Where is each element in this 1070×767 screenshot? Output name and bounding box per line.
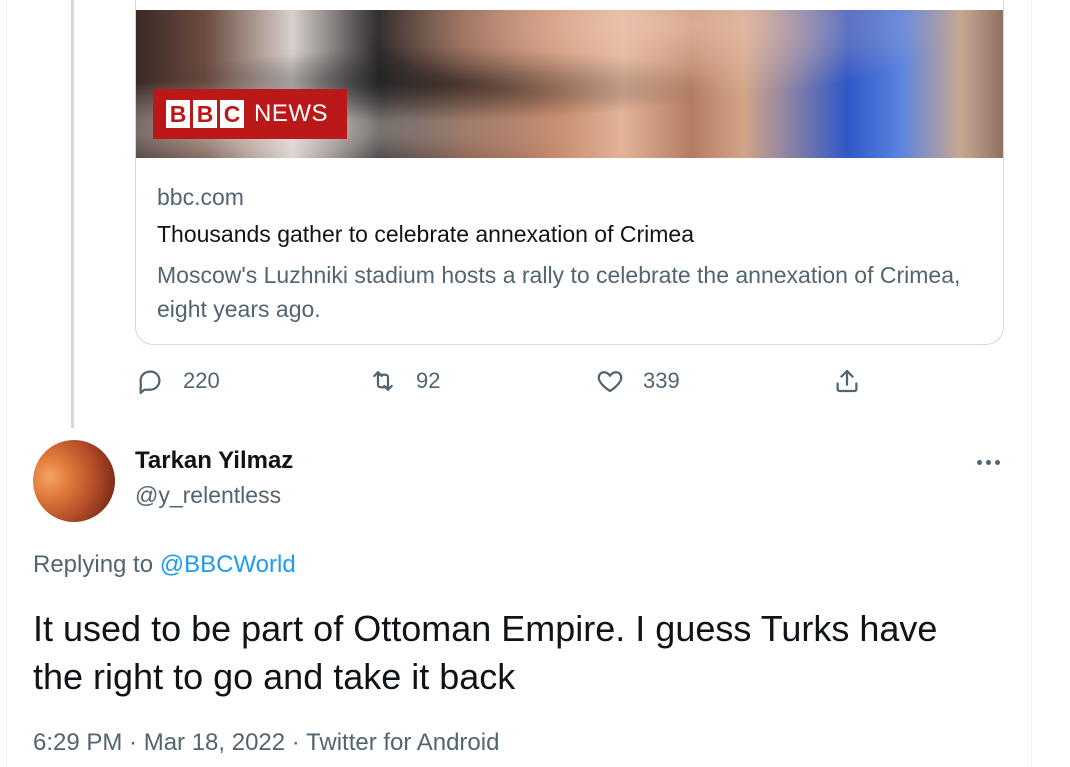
logo-letter: B xyxy=(166,100,190,128)
dot xyxy=(985,459,991,465)
like-count: 339 xyxy=(643,368,680,393)
reply-button[interactable]: 220 xyxy=(135,366,220,396)
thread-connector-line xyxy=(71,0,74,428)
dot xyxy=(976,459,982,465)
reply-count: 220 xyxy=(183,368,220,393)
share-icon xyxy=(836,369,858,393)
replying-to-link[interactable]: @BBCWorld xyxy=(160,551,296,578)
replying-to-prefix: Replying to xyxy=(33,551,154,578)
logo-news-label: NEWS xyxy=(254,100,328,127)
link-preview-image[interactable]: B B C NEWS xyxy=(136,10,1003,158)
reply-icon xyxy=(139,370,161,394)
like-icon xyxy=(597,371,623,393)
avatar[interactable] xyxy=(33,440,115,522)
share-button[interactable] xyxy=(832,366,862,396)
dot xyxy=(994,459,1000,465)
more-options-icon[interactable] xyxy=(972,448,1004,476)
tweet-text: It used to be part of Ottoman Empire. I … xyxy=(33,608,938,697)
author-handle[interactable]: @y_relentless xyxy=(135,482,281,509)
retweet-button[interactable]: 92 xyxy=(368,366,440,396)
tweet-timestamp[interactable]: 6:29 PM · Mar 18, 2022 · Twitter for And… xyxy=(33,729,499,757)
link-preview-card[interactable]: B B C NEWS bbc.com Thousands gather to c… xyxy=(135,0,1004,345)
logo-letter: B xyxy=(193,100,217,128)
retweet-icon xyxy=(373,371,393,391)
link-description: Moscow's Luzhniki stadium hosts a rally … xyxy=(157,262,961,322)
link-title: Thousands gather to celebrate annexation… xyxy=(157,221,694,247)
author-display-name[interactable]: Tarkan Yilmaz xyxy=(135,447,293,475)
retweet-count: 92 xyxy=(416,368,441,393)
replying-to-line: Replying to @BBCWorld xyxy=(33,551,296,579)
link-domain: bbc.com xyxy=(157,184,244,210)
bbc-news-logo: B B C NEWS xyxy=(153,89,347,139)
like-button[interactable]: 339 xyxy=(595,366,680,396)
logo-letter: C xyxy=(220,100,244,128)
